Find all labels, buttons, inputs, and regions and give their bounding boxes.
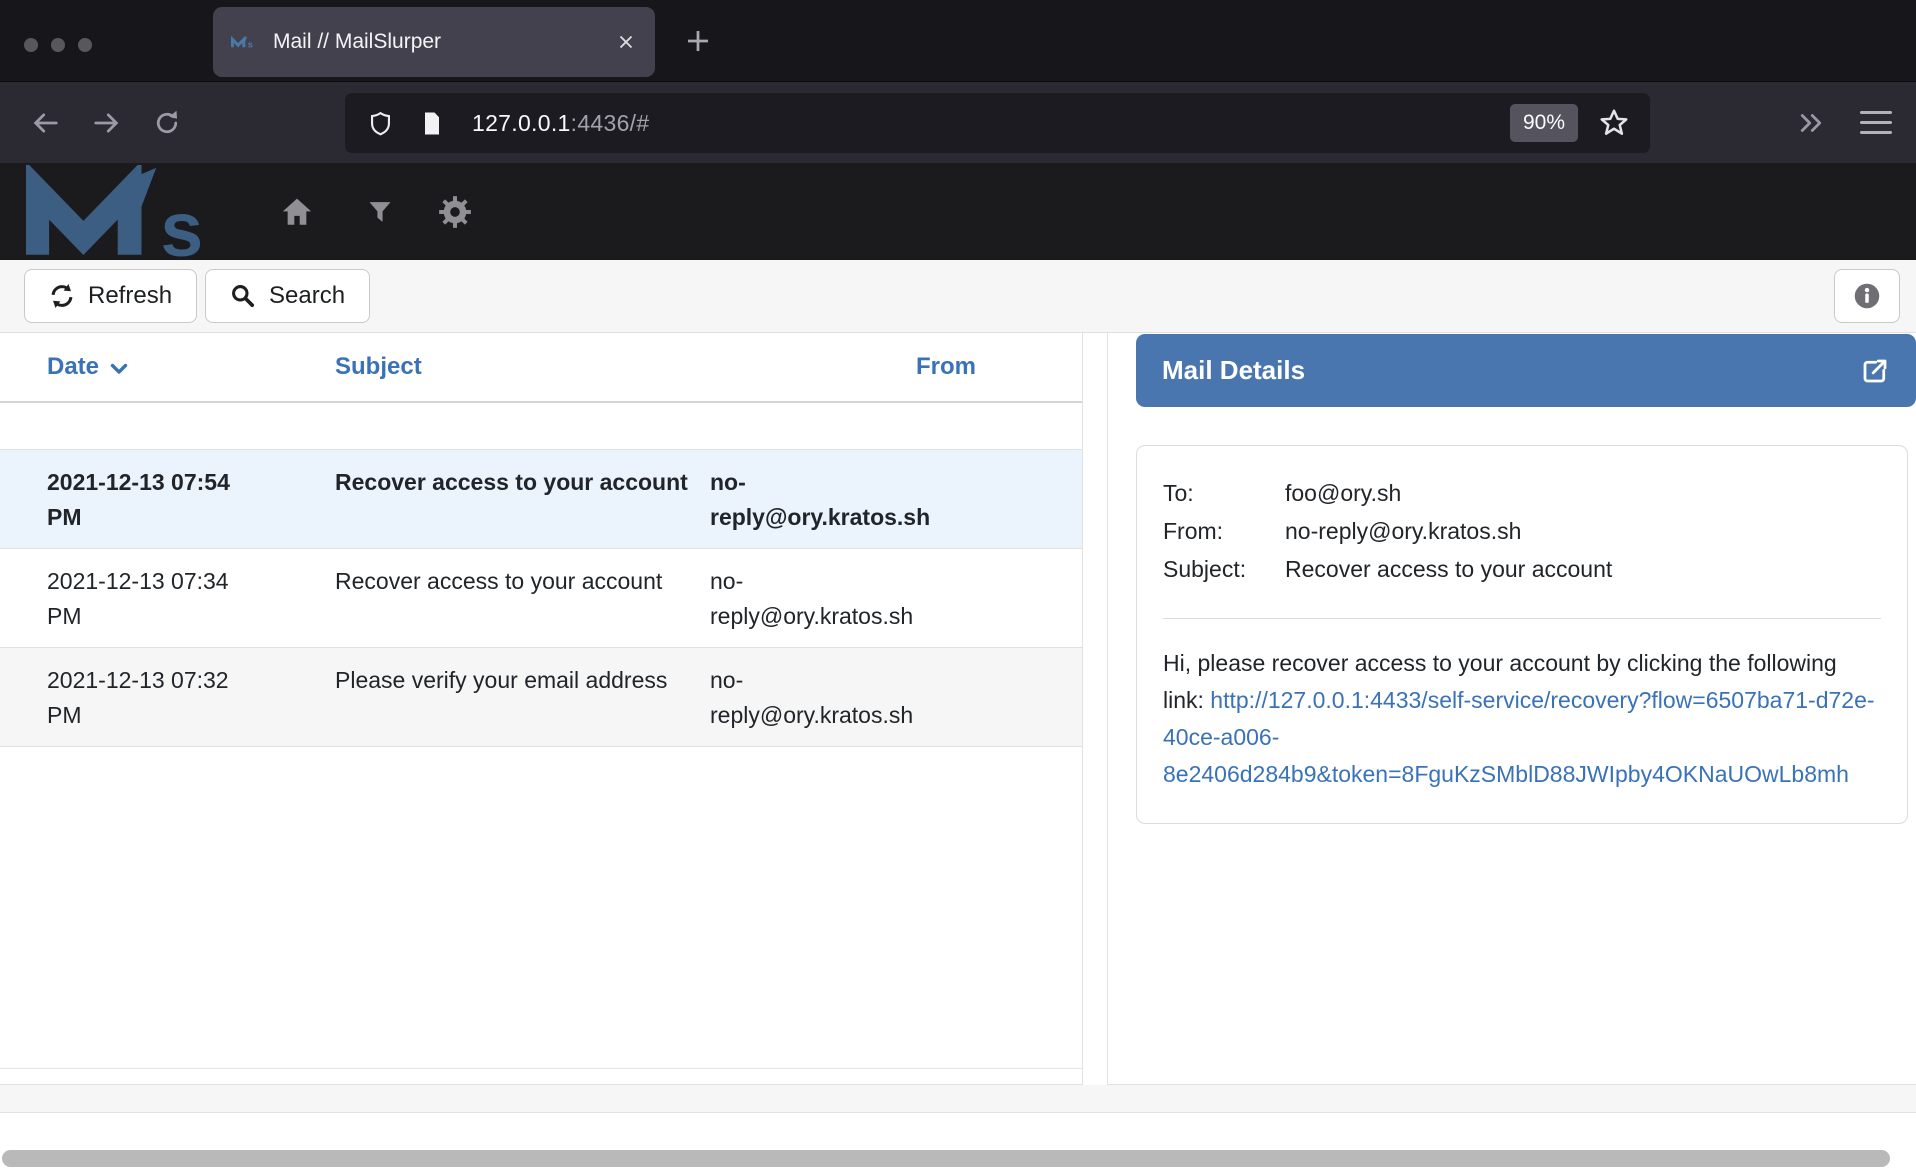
zoom-level-badge[interactable]: 90%: [1510, 104, 1578, 142]
url-bar[interactable]: 127.0.0.1:4436/# 90%: [345, 93, 1650, 153]
home-icon[interactable]: [280, 195, 314, 229]
open-external-icon[interactable]: [1860, 356, 1890, 386]
info-button[interactable]: [1834, 269, 1900, 323]
horizontal-scrollbar[interactable]: [2, 1150, 1890, 1167]
refresh-icon: [49, 283, 75, 309]
mail-details-header: Mail Details: [1136, 334, 1916, 407]
mail-body: Hi, please recover access to your accoun…: [1163, 645, 1881, 793]
mail-row-subject-link[interactable]: Please verify your email address: [335, 648, 710, 746]
mail-row-date: 2021-12-13 07:54 PM: [47, 450, 335, 548]
mail-row-from: no-reply@ory.kratos.sh: [710, 450, 1082, 548]
menu-icon[interactable]: [1860, 111, 1892, 134]
main-content: Date Subject From 2021-12-13 07:54 PM Re…: [0, 333, 1916, 1085]
subject-column-label: Subject: [335, 353, 422, 381]
mail-list-rows: 2021-12-13 07:54 PM Recover access to yo…: [0, 449, 1082, 747]
browser-toolbar: 127.0.0.1:4436/# 90%: [0, 81, 1916, 163]
mail-row-date: 2021-12-13 07:32 PM: [47, 648, 335, 746]
mail-details-card: To: foo@ory.sh From: no-reply@ory.kratos…: [1136, 445, 1908, 824]
app-header: s: [0, 163, 1916, 260]
subject-label: Subject:: [1163, 550, 1285, 588]
browser-tab-bar: s Mail // MailSlurper: [0, 0, 1916, 81]
settings-gear-icon[interactable]: [438, 195, 472, 229]
column-header-from[interactable]: From: [710, 353, 1082, 381]
search-icon: [230, 283, 256, 309]
refresh-button[interactable]: Refresh: [24, 269, 197, 323]
window-dot-icon[interactable]: [24, 38, 38, 52]
mail-row-from: no-reply@ory.kratos.sh: [710, 648, 1082, 746]
column-header-date[interactable]: Date: [47, 353, 335, 381]
subject-value: Recover access to your account: [1285, 550, 1881, 588]
browser-tab[interactable]: s Mail // MailSlurper: [213, 7, 655, 77]
mail-details-title: Mail Details: [1162, 355, 1860, 386]
bottom-scroll-area: [0, 1113, 1916, 1170]
browser-window: s Mail // MailSlurper: [0, 0, 1916, 1170]
mailslurper-favicon-icon: s: [231, 31, 257, 53]
window-dot-icon[interactable]: [51, 38, 65, 52]
reload-icon[interactable]: [152, 108, 182, 138]
to-label: To:: [1163, 474, 1285, 512]
mail-row-date: 2021-12-13 07:34 PM: [47, 549, 335, 647]
svg-text:s: s: [248, 39, 253, 50]
forward-icon[interactable]: [92, 108, 122, 138]
url-text[interactable]: 127.0.0.1:4436/#: [472, 110, 1510, 137]
search-button-label: Search: [269, 282, 345, 310]
url-path: :4436/#: [571, 110, 650, 136]
recovery-link[interactable]: http://127.0.0.1:4433/self-service/recov…: [1163, 687, 1875, 787]
mail-details-pane: Mail Details To: foo@ory.sh From: no-rep…: [1107, 333, 1916, 1085]
mail-list-pane: Date Subject From 2021-12-13 07:54 PM Re…: [0, 333, 1083, 1085]
detail-divider: [1163, 618, 1881, 619]
mail-row-selected[interactable]: 2021-12-13 07:54 PM Recover access to yo…: [0, 449, 1082, 548]
detail-subject-row: Subject: Recover access to your account: [1163, 550, 1881, 588]
pane-divider: [1083, 333, 1107, 1085]
back-icon[interactable]: [30, 108, 60, 138]
action-toolbar: Refresh Search: [0, 260, 1916, 333]
date-column-label: Date: [47, 353, 99, 381]
window-dot-icon[interactable]: [78, 38, 92, 52]
page-info-icon[interactable]: [420, 110, 444, 137]
filter-icon[interactable]: [366, 198, 394, 226]
toolbar-overflow-icon[interactable]: [1795, 108, 1827, 138]
tab-close-icon[interactable]: [615, 31, 637, 53]
refresh-button-label: Refresh: [88, 282, 172, 310]
mail-list-header-row: Date Subject From: [0, 333, 1082, 403]
window-controls[interactable]: [24, 38, 92, 52]
to-value: foo@ory.sh: [1285, 474, 1881, 512]
from-column-label: From: [916, 353, 976, 381]
mail-row-subject-link[interactable]: Recover access to your account: [335, 549, 710, 647]
column-header-subject[interactable]: Subject: [335, 353, 710, 381]
mail-row-from: no-reply@ory.kratos.sh: [710, 549, 1082, 647]
mail-row[interactable]: 2021-12-13 07:34 PM Recover access to yo…: [0, 548, 1082, 647]
logo-s-glyph: s: [160, 187, 203, 259]
list-scrollbar-track[interactable]: [0, 1068, 1082, 1084]
sort-descending-chevron-icon: [107, 357, 131, 381]
search-button[interactable]: Search: [205, 269, 370, 323]
from-label: From:: [1163, 512, 1285, 550]
page-footer-band: [0, 1085, 1916, 1113]
url-host: 127.0.0.1: [472, 110, 571, 136]
from-value: no-reply@ory.kratos.sh: [1285, 512, 1881, 550]
mailslurper-logo: s: [26, 165, 236, 259]
shield-icon[interactable]: [367, 110, 394, 137]
new-tab-icon[interactable]: [683, 26, 713, 56]
mail-row[interactable]: 2021-12-13 07:32 PM Please verify your e…: [0, 647, 1082, 747]
info-icon: [1853, 282, 1881, 310]
mail-row-subject-link[interactable]: Recover access to your account: [335, 450, 710, 548]
bookmark-star-icon[interactable]: [1598, 107, 1630, 139]
detail-from-row: From: no-reply@ory.kratos.sh: [1163, 512, 1881, 550]
tab-title: Mail // MailSlurper: [273, 30, 615, 54]
detail-to-row: To: foo@ory.sh: [1163, 474, 1881, 512]
